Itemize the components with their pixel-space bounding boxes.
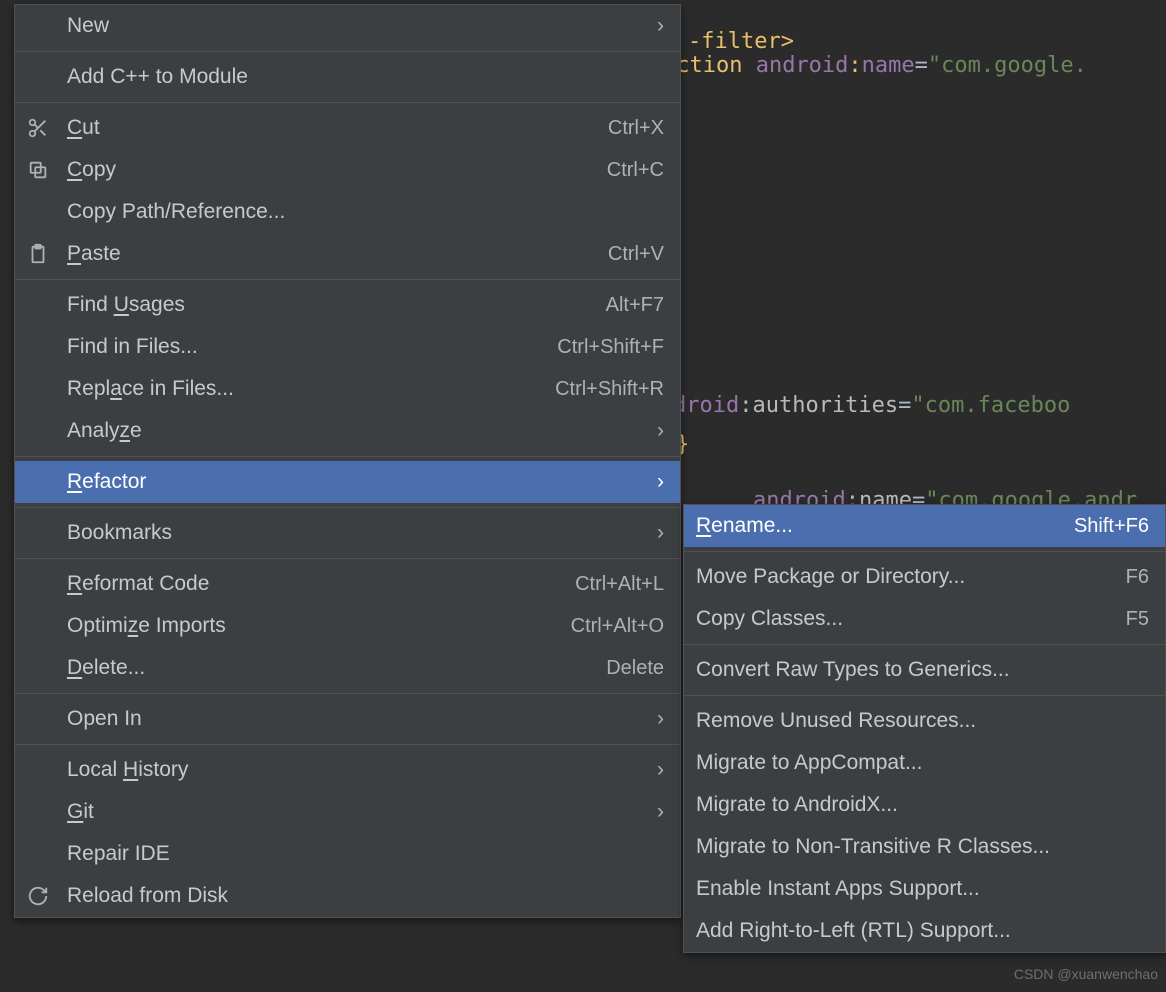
- menu-optimize-imports-label: Optimize Imports: [67, 614, 571, 638]
- menu-optimize-imports[interactable]: Optimize Imports Ctrl+Alt+O: [15, 605, 680, 647]
- submenu-migrate-nontransitive-label: Migrate to Non-Transitive R Classes...: [696, 835, 1149, 859]
- menu-delete-shortcut: Delete: [606, 657, 664, 680]
- menu-bookmarks[interactable]: Bookmarks ›: [15, 512, 680, 554]
- chevron-right-icon: ›: [648, 707, 664, 731]
- menu-separator: [684, 695, 1165, 696]
- menu-replace-in-files-shortcut: Ctrl+Shift+R: [555, 378, 664, 401]
- submenu-migrate-appcompat-label: Migrate to AppCompat...: [696, 751, 1149, 775]
- chevron-right-icon: ›: [648, 470, 664, 494]
- submenu-add-rtl-label: Add Right-to-Left (RTL) Support...: [696, 919, 1149, 943]
- menu-reload-from-disk[interactable]: Reload from Disk: [15, 875, 680, 917]
- submenu-rename[interactable]: Rename... Shift+F6: [684, 505, 1165, 547]
- chevron-right-icon: ›: [648, 758, 664, 782]
- menu-paste[interactable]: Paste Ctrl+V: [15, 233, 680, 275]
- menu-cut[interactable]: Cut Ctrl+X: [15, 107, 680, 149]
- menu-copy-path-label: Copy Path/Reference...: [67, 200, 664, 224]
- menu-cut-shortcut: Ctrl+X: [608, 117, 664, 140]
- menu-reload-label: Reload from Disk: [67, 884, 664, 908]
- menu-delete[interactable]: Delete... Delete: [15, 647, 680, 689]
- submenu-rename-shortcut: Shift+F6: [1074, 515, 1149, 538]
- submenu-rename-label: Rename...: [696, 514, 1074, 538]
- submenu-enable-instant-label: Enable Instant Apps Support...: [696, 877, 1149, 901]
- menu-separator: [684, 551, 1165, 552]
- menu-paste-label: Paste: [67, 242, 608, 266]
- menu-analyze[interactable]: Analyze ›: [15, 410, 680, 452]
- submenu-move-package-label: Move Package or Directory...: [696, 565, 1126, 589]
- menu-separator: [15, 744, 680, 745]
- menu-refactor-label: Refactor: [67, 470, 640, 494]
- submenu-migrate-appcompat[interactable]: Migrate to AppCompat...: [684, 742, 1165, 784]
- menu-reformat[interactable]: Reformat Code Ctrl+Alt+L: [15, 563, 680, 605]
- chevron-right-icon: ›: [648, 800, 664, 824]
- clipboard-icon: [27, 243, 67, 265]
- menu-reformat-label: Reformat Code: [67, 572, 575, 596]
- context-menu: New › Add C++ to Module Cut Ctrl+X Copy …: [14, 4, 681, 918]
- menu-separator: [15, 102, 680, 103]
- menu-new-label: New: [67, 14, 640, 38]
- menu-repair-ide-label: Repair IDE: [67, 842, 664, 866]
- submenu-migrate-androidx-label: Migrate to AndroidX...: [696, 793, 1149, 817]
- menu-find-in-files-shortcut: Ctrl+Shift+F: [557, 336, 664, 359]
- menu-bookmarks-label: Bookmarks: [67, 521, 640, 545]
- menu-new[interactable]: New ›: [15, 5, 680, 47]
- refactor-submenu: Rename... Shift+F6 Move Package or Direc…: [683, 504, 1166, 953]
- menu-add-cpp-label: Add C++ to Module: [67, 65, 664, 89]
- menu-repair-ide[interactable]: Repair IDE: [15, 833, 680, 875]
- submenu-convert-raw[interactable]: Convert Raw Types to Generics...: [684, 649, 1165, 691]
- scissors-icon: [27, 117, 67, 139]
- menu-copy[interactable]: Copy Ctrl+C: [15, 149, 680, 191]
- submenu-move-package[interactable]: Move Package or Directory... F6: [684, 556, 1165, 598]
- menu-reformat-shortcut: Ctrl+Alt+L: [575, 573, 664, 596]
- menu-separator: [15, 51, 680, 52]
- menu-optimize-imports-shortcut: Ctrl+Alt+O: [571, 615, 664, 638]
- menu-separator: [15, 456, 680, 457]
- menu-git[interactable]: Git ›: [15, 791, 680, 833]
- submenu-copy-classes-label: Copy Classes...: [696, 607, 1126, 631]
- chevron-right-icon: ›: [648, 419, 664, 443]
- menu-local-history[interactable]: Local History ›: [15, 749, 680, 791]
- menu-local-history-label: Local History: [67, 758, 640, 782]
- submenu-copy-classes-shortcut: F5: [1126, 608, 1149, 631]
- reload-icon: [27, 885, 67, 907]
- menu-separator: [684, 644, 1165, 645]
- menu-find-in-files[interactable]: Find in Files... Ctrl+Shift+F: [15, 326, 680, 368]
- menu-add-cpp[interactable]: Add C++ to Module: [15, 56, 680, 98]
- menu-find-usages[interactable]: Find Usages Alt+F7: [15, 284, 680, 326]
- menu-copy-shortcut: Ctrl+C: [607, 159, 664, 182]
- menu-find-usages-shortcut: Alt+F7: [606, 294, 664, 317]
- menu-analyze-label: Analyze: [67, 419, 640, 443]
- menu-open-in[interactable]: Open In ›: [15, 698, 680, 740]
- submenu-convert-raw-label: Convert Raw Types to Generics...: [696, 658, 1149, 682]
- code-line-2: -filter>: [688, 20, 794, 64]
- submenu-add-rtl[interactable]: Add Right-to-Left (RTL) Support...: [684, 910, 1165, 952]
- menu-replace-in-files[interactable]: Replace in Files... Ctrl+Shift+R: [15, 368, 680, 410]
- menu-copy-label: Copy: [67, 158, 607, 182]
- menu-find-in-files-label: Find in Files...: [67, 335, 557, 359]
- menu-copy-path[interactable]: Copy Path/Reference...: [15, 191, 680, 233]
- submenu-remove-unused-label: Remove Unused Resources...: [696, 709, 1149, 733]
- chevron-right-icon: ›: [648, 521, 664, 545]
- menu-separator: [15, 507, 680, 508]
- menu-open-in-label: Open In: [67, 707, 640, 731]
- submenu-remove-unused[interactable]: Remove Unused Resources...: [684, 700, 1165, 742]
- submenu-move-package-shortcut: F6: [1126, 566, 1149, 589]
- menu-replace-in-files-label: Replace in Files...: [67, 377, 555, 401]
- submenu-copy-classes[interactable]: Copy Classes... F5: [684, 598, 1165, 640]
- submenu-migrate-nontransitive[interactable]: Migrate to Non-Transitive R Classes...: [684, 826, 1165, 868]
- menu-find-usages-label: Find Usages: [67, 293, 606, 317]
- menu-separator: [15, 693, 680, 694]
- copy-icon: [27, 159, 67, 181]
- submenu-enable-instant[interactable]: Enable Instant Apps Support...: [684, 868, 1165, 910]
- menu-git-label: Git: [67, 800, 640, 824]
- code-line-1: action android:name="com.google.: [610, 0, 1087, 132]
- menu-paste-shortcut: Ctrl+V: [608, 243, 664, 266]
- menu-refactor[interactable]: Refactor ›: [15, 461, 680, 503]
- menu-cut-label: Cut: [67, 116, 608, 140]
- menu-delete-label: Delete...: [67, 656, 606, 680]
- chevron-right-icon: ›: [648, 14, 664, 38]
- menu-separator: [15, 279, 680, 280]
- menu-separator: [15, 558, 680, 559]
- submenu-migrate-androidx[interactable]: Migrate to AndroidX...: [684, 784, 1165, 826]
